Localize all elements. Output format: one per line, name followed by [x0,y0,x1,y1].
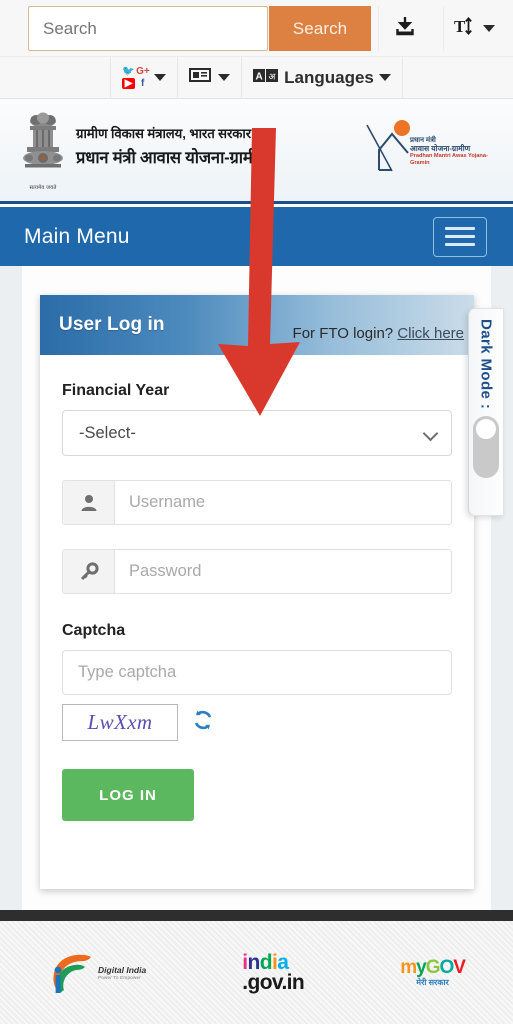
main-menu-title: Main Menu [24,224,130,248]
india-gov-in-line-1: india [242,950,289,974]
search-input[interactable]: Search [28,6,268,51]
dark-mode-toggle-knob [476,419,496,440]
dark-mode-label: Dark Mode : [477,319,495,410]
ministry-title: ग्रामीण विकास मंत्रालय, भारत सरकार प्रधा… [76,124,269,168]
mygov-line-1: myGOV [400,957,466,979]
digital-india-line-1: Digital India [98,965,147,975]
hamburger-menu-icon[interactable] [433,216,487,257]
pmayg-logo: प्रधान मंत्री आवास योजना-ग्रामीण Pradhan… [362,115,490,187]
login-form: Financial Year -Select- Username Passwor… [40,355,474,821]
download-button[interactable] [378,6,430,51]
dark-mode-toggle[interactable] [473,416,499,479]
chevron-down-icon [422,425,439,442]
india-gov-in-logo[interactable]: india .gov.in [242,950,305,994]
chevron-down-icon [483,25,495,32]
links-toolbar: 🐦 G+ ▶ f A अ Languages [0,56,513,99]
text-size-dropdown[interactable]: T [443,6,505,51]
login-card-title: User Log in [59,314,165,335]
captcha-image: LwXxm [62,704,178,741]
text-size-icon: T [454,15,480,42]
login-card-header: User Log in For FTO login? Click here [40,295,474,355]
footer: Digital India Power To Empower india .go… [0,921,513,1024]
digital-india-line-2: Power To Empower [98,975,141,980]
languages-dropdown[interactable]: A अ Languages [241,56,403,99]
site-header: सत्यमेव जयते ग्रामीण विकास मंत्रालय, भार… [0,99,513,204]
pmayg-line-3: Pradhan Mantri Awas Yojana-Gramin [410,153,488,166]
captcha-input[interactable]: Type captcha [62,650,452,695]
key-icon [63,550,115,593]
social-media-icon: 🐦 G+ ▶ f [122,66,150,89]
captcha-row: LwXxm [62,704,452,741]
fto-login-link[interactable]: Click here [397,325,464,342]
financial-year-value: -Select- [79,423,136,442]
user-icon [63,481,115,524]
accessibility-toolbar: Search Search T [0,0,513,57]
pmayg-text: प्रधान मंत्री आवास योजना-ग्रामीण Pradhan… [410,137,490,166]
digital-india-logo[interactable]: Digital India Power To Empower [48,949,146,997]
left-gutter [0,266,22,910]
mygov-line-2: मेरी सरकार [416,977,449,987]
captcha-label: Captcha [62,622,126,639]
username-group: Username [62,480,452,525]
ministry-line-2: प्रधान मंत्री आवास योजना-ग्रामीण [76,149,269,167]
username-input[interactable]: Username [115,481,451,524]
chevron-down-icon [378,74,391,81]
login-button[interactable]: LOG IN [62,769,194,821]
translate-icon: A अ [253,68,279,88]
page-root: Search Search T 🐦 G+ ▶ f A अ Languages स… [0,0,513,1024]
financial-year-label: Financial Year [62,382,170,399]
username-placeholder: Username [129,493,206,511]
login-card: User Log in For FTO login? Click here Fi… [40,295,474,889]
newsletter-dropdown[interactable] [177,56,241,99]
social-media-dropdown[interactable]: 🐦 G+ ▶ f [110,56,177,99]
chevron-down-icon [218,74,231,81]
emblem-caption: सत्यमेव जयते [29,185,57,191]
captcha-text: LwXxm [87,710,153,734]
password-group: Password [62,549,452,594]
ministry-line-1: ग्रामीण विकास मंत्रालय, भारत सरकार [76,126,252,141]
search-input-placeholder: Search [43,18,97,38]
digital-india-text: Digital India Power To Empower [98,965,146,980]
footer-divider [0,910,513,921]
national-emblem: सत्यमेव जयते [14,111,72,191]
pmayg-line-2: आवास योजना-ग्रामीण [410,143,471,153]
download-icon [394,15,416,42]
captcha-placeholder: Type captcha [78,663,177,681]
password-input[interactable]: Password [115,550,451,593]
languages-label: Languages [284,67,374,87]
fto-login-text: For FTO login? [292,325,394,342]
financial-year-select[interactable]: -Select- [62,410,452,456]
page-body: User Log in For FTO login? Click here Fi… [0,266,513,910]
newspaper-icon [189,66,213,89]
svg-text:अ: अ [269,71,277,81]
svg-text:A: A [256,71,263,82]
fto-login-note: For FTO login? Click here [293,325,464,342]
refresh-icon[interactable] [191,708,215,737]
mygov-logo[interactable]: myGOV मेरी सरकार [400,957,466,987]
dark-mode-panel[interactable]: Dark Mode : [468,308,504,516]
india-gov-in-line-2: .gov.in [242,970,305,994]
main-menu-bar: Main Menu [0,207,513,266]
svg-text:T: T [454,17,466,36]
chevron-down-icon [154,74,167,81]
password-placeholder: Password [129,562,202,580]
search-button[interactable]: Search [269,6,371,51]
